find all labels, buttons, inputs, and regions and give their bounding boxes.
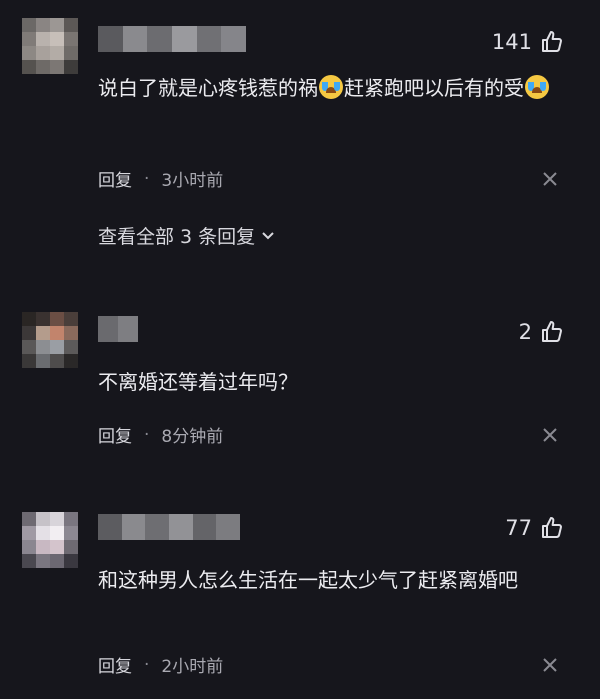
like-button[interactable]: 141	[492, 30, 564, 54]
close-icon	[543, 428, 557, 442]
like-count: 141	[491, 30, 532, 54]
reply-button[interactable]: 回复	[98, 422, 132, 447]
avatar[interactable]	[22, 312, 78, 368]
close-icon	[543, 172, 557, 186]
separator-dot: ·	[144, 654, 150, 675]
separator-dot: ·	[144, 424, 150, 445]
close-button[interactable]	[542, 427, 558, 443]
comment-2: 2 不离婚还等着过年吗？ 回复 · 8分钟前	[0, 300, 600, 460]
comment-text: 不离婚还等着过年吗？	[98, 370, 298, 394]
crying-face-emoji	[319, 75, 343, 99]
thumbs-up-icon	[542, 31, 562, 52]
thumbs-up-icon	[542, 517, 562, 538]
comment-3: 77 和这种男人怎么生活在一起太少气了赶紧离婚吧 回复 · 2小时前	[0, 500, 600, 699]
like-button[interactable]: 2	[519, 320, 564, 344]
timestamp: 8分钟前	[161, 427, 224, 447]
view-all-replies-button[interactable]: 查看全部 3 条回复	[98, 222, 275, 249]
reply-button[interactable]: 回复	[98, 652, 132, 677]
avatar[interactable]	[22, 18, 78, 74]
like-count: 77	[505, 516, 532, 540]
timestamp: 3小时前	[161, 171, 224, 191]
comment-text: 说白了就是心疼钱惹的祸 赶紧跑吧以后有的受	[98, 70, 568, 106]
like-count: 2	[518, 320, 532, 344]
close-button[interactable]	[542, 657, 558, 673]
separator-dot: ·	[144, 168, 150, 189]
avatar[interactable]	[22, 512, 78, 568]
username-blurred[interactable]	[98, 26, 246, 52]
reply-button[interactable]: 回复	[98, 166, 132, 191]
close-button[interactable]	[542, 171, 558, 187]
comment-1: 141 说白了就是心疼钱惹的祸 赶紧跑吧以后有的受 回复 · 3小时前 查看全部 …	[0, 0, 600, 270]
username-blurred[interactable]	[98, 514, 240, 540]
thumbs-up-icon	[542, 321, 562, 342]
comment-text: 和这种男人怎么生活在一起太少气了赶紧离婚吧	[98, 568, 518, 592]
comment-meta: 回复 · 2小时前	[98, 652, 224, 678]
username-blurred[interactable]	[98, 316, 138, 342]
crying-face-emoji	[525, 75, 549, 99]
close-icon	[543, 658, 557, 672]
timestamp: 2小时前	[161, 657, 224, 677]
comment-meta: 回复 · 3小时前	[98, 166, 224, 192]
chevron-down-icon	[262, 231, 274, 239]
like-button[interactable]: 77	[505, 516, 564, 540]
comment-meta: 回复 · 8分钟前	[98, 422, 224, 448]
